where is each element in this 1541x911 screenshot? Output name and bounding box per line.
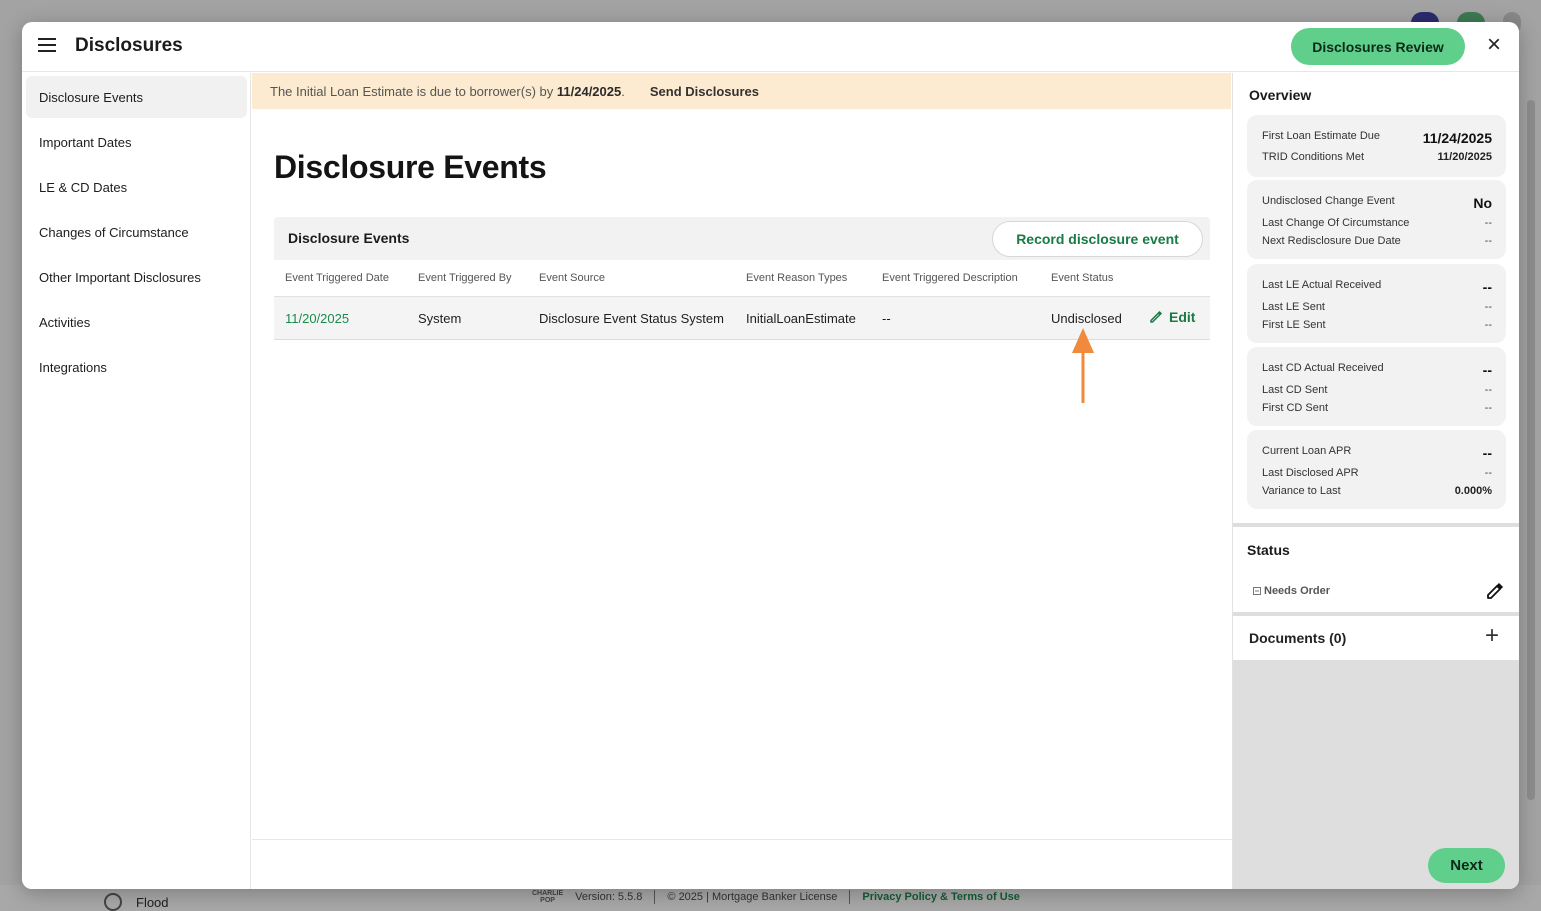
- overview-row: Last LE Sent --: [1262, 301, 1492, 313]
- documents-section[interactable]: Documents (0) +: [1233, 616, 1519, 660]
- column-header[interactable]: Event Reason Types: [746, 272, 847, 284]
- right-panel: Overview First Loan Estimate Due 11/24/2…: [1232, 73, 1519, 889]
- sidebar: Disclosure Events Important Dates LE & C…: [22, 73, 251, 889]
- disclosures-review-button[interactable]: Disclosures Review: [1291, 28, 1465, 65]
- table-column-headers: Event Triggered Date Event Triggered By …: [274, 260, 1210, 297]
- status-title: Status: [1247, 542, 1290, 558]
- status-value: Needs Order: [1253, 585, 1330, 597]
- status-section: Status Needs Order: [1233, 527, 1519, 612]
- overview-card-apr: Current Loan APR -- Last Disclosed APR -…: [1247, 430, 1506, 509]
- disclosure-events-table: Disclosure Events Record disclosure even…: [274, 217, 1210, 340]
- close-icon[interactable]: ×: [1483, 33, 1505, 57]
- overview-row: First Loan Estimate Due 11/24/2025: [1262, 130, 1492, 146]
- due-date-banner: The Initial Loan Estimate is due to borr…: [252, 73, 1231, 109]
- banner-date: 11/24/2025: [556, 83, 622, 99]
- disclosures-modal: Disclosures Disclosures Review × Disclos…: [22, 22, 1519, 889]
- documents-title: Documents (0): [1249, 630, 1347, 646]
- column-header[interactable]: Event Triggered Description: [882, 272, 1018, 284]
- pencil-icon: [1150, 310, 1163, 323]
- sidebar-item-activities[interactable]: Activities: [26, 301, 247, 343]
- main-content: The Initial Loan Estimate is due to borr…: [252, 73, 1231, 839]
- page-title: Disclosure Events: [274, 149, 547, 185]
- edit-label: Edit: [1169, 309, 1196, 325]
- annotation-arrow-icon: [1072, 328, 1094, 403]
- send-disclosures-link[interactable]: Send Disclosures: [650, 84, 759, 99]
- sidebar-item-le-cd-dates[interactable]: LE & CD Dates: [26, 166, 247, 208]
- sidebar-item-other-important-disclosures[interactable]: Other Important Disclosures: [26, 256, 247, 298]
- column-header[interactable]: Event Status: [1051, 272, 1113, 284]
- event-status: Undisclosed: [1051, 311, 1122, 326]
- edit-button[interactable]: Edit: [1149, 309, 1195, 325]
- event-description: --: [882, 311, 891, 326]
- menu-icon[interactable]: [38, 38, 56, 52]
- background-footer-text: CHARLIE POP Version: 5.5.8 © 2025 | Mort…: [532, 890, 1020, 904]
- status-checkbox-icon: [1253, 587, 1261, 595]
- table-row[interactable]: 11/20/2025 System Disclosure Event Statu…: [274, 297, 1210, 340]
- sidebar-item-disclosure-events[interactable]: Disclosure Events: [26, 76, 247, 118]
- bottom-action-bar: [252, 839, 1232, 889]
- divider: [654, 890, 656, 904]
- overview-card-cd: Last CD Actual Received -- Last CD Sent …: [1247, 347, 1506, 426]
- overview-row: Current Loan APR --: [1262, 445, 1492, 461]
- sidebar-item-integrations[interactable]: Integrations: [26, 346, 247, 388]
- event-reason: InitialLoanEstimate: [746, 311, 856, 326]
- next-button[interactable]: Next: [1428, 848, 1505, 883]
- modal-title: Disclosures: [75, 35, 183, 56]
- background-flood-option: Flood: [104, 893, 169, 911]
- copyright-text: © 2025 | Mortgage Banker License: [667, 891, 838, 903]
- event-source: Disclosure Event Status System: [539, 311, 724, 326]
- overview-row: TRID Conditions Met 11/20/2025: [1262, 151, 1492, 163]
- overview-row: Last CD Sent --: [1262, 384, 1492, 396]
- table-header-bar: Disclosure Events Record disclosure even…: [274, 217, 1210, 260]
- version-text: Version: 5.5.8: [575, 891, 643, 903]
- banner-prefix: The Initial Loan Estimate is due to borr…: [270, 83, 554, 99]
- overview-row: Next Redisclosure Due Date --: [1262, 235, 1492, 247]
- add-document-icon[interactable]: +: [1485, 624, 1499, 648]
- background-scrollbar: [1527, 100, 1535, 800]
- overview-card-change-event: Undisclosed Change Event No Last Change …: [1247, 180, 1506, 259]
- column-header[interactable]: Event Triggered By: [418, 272, 512, 284]
- banner-suffix: .: [621, 83, 625, 99]
- sidebar-item-changes-of-circumstance[interactable]: Changes of Circumstance: [26, 211, 247, 253]
- table-title: Disclosure Events: [288, 230, 410, 246]
- overview-row: Last Disclosed APR --: [1262, 467, 1492, 479]
- event-date-link[interactable]: 11/20/2025: [285, 311, 349, 326]
- overview-card-le: Last LE Actual Received -- Last LE Sent …: [1247, 264, 1506, 343]
- overview-card-loan-estimate: First Loan Estimate Due 11/24/2025 TRID …: [1247, 115, 1506, 177]
- divider: [849, 890, 851, 904]
- overview-title: Overview: [1249, 87, 1312, 103]
- company-logo: CHARLIE POP: [532, 890, 564, 904]
- overview-row: Undisclosed Change Event No: [1262, 195, 1492, 211]
- privacy-link: Privacy Policy & Terms of Use: [862, 891, 1020, 903]
- flood-label: Flood: [136, 894, 169, 910]
- edit-status-pencil-icon[interactable]: [1486, 582, 1504, 600]
- event-triggered-by: System: [418, 311, 462, 326]
- record-disclosure-event-button[interactable]: Record disclosure event: [992, 221, 1203, 257]
- column-header[interactable]: Event Triggered Date: [285, 272, 389, 284]
- overview-row: Last Change Of Circumstance --: [1262, 217, 1492, 229]
- sidebar-item-important-dates[interactable]: Important Dates: [26, 121, 247, 163]
- column-header[interactable]: Event Source: [539, 272, 605, 284]
- overview-row: Last CD Actual Received --: [1262, 362, 1492, 378]
- radio-icon: [104, 893, 122, 911]
- modal-header: Disclosures Disclosures Review ×: [22, 22, 1519, 72]
- overview-row: Variance to Last 0.000%: [1262, 485, 1492, 497]
- overview-row: Last LE Actual Received --: [1262, 279, 1492, 295]
- overview-row: First LE Sent --: [1262, 319, 1492, 331]
- overview-section: Overview First Loan Estimate Due 11/24/2…: [1233, 73, 1519, 523]
- overview-row: First CD Sent --: [1262, 402, 1492, 414]
